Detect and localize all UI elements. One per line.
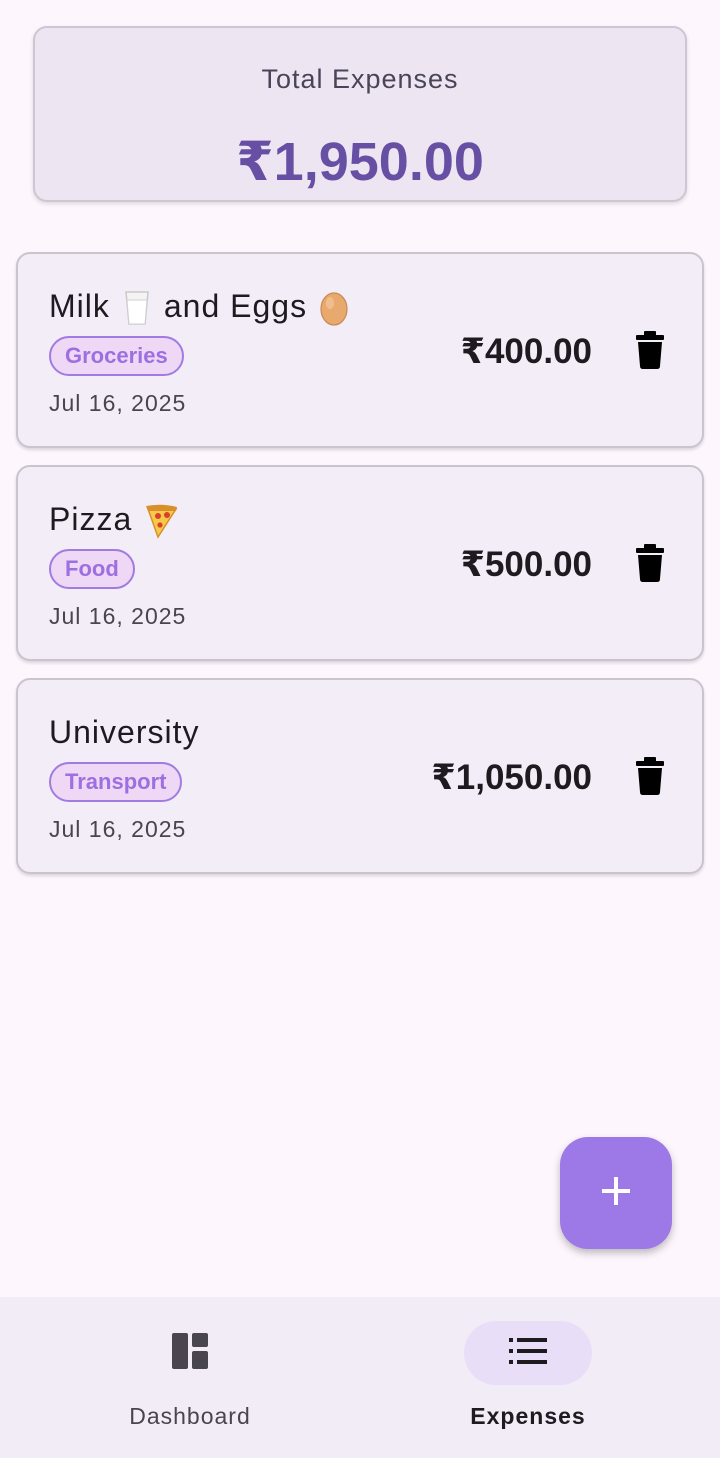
category-chip: Transport <box>49 762 183 802</box>
category-chip: Groceries <box>49 336 184 376</box>
total-expenses-card: Total Expenses ₹1,950.00 <box>33 26 687 202</box>
expense-title: Pizza <box>49 501 178 539</box>
nav-label-expenses: Expenses <box>470 1403 586 1429</box>
expenses-screen: Total Expenses ₹1,950.00 Milk and Eggs G… <box>0 0 720 1458</box>
category-chip: Food <box>49 549 135 589</box>
delete-button[interactable] <box>632 756 668 800</box>
delete-button[interactable] <box>632 330 668 374</box>
nav-item-expenses[interactable]: Expenses <box>348 1297 708 1458</box>
expense-amount: ₹500.00 <box>460 545 592 584</box>
expense-title-text: University <box>49 714 200 750</box>
total-expenses-amount: ₹1,950.00 <box>236 132 484 192</box>
plus-icon <box>600 1175 632 1212</box>
expense-title-text: Milk <box>49 288 110 324</box>
list-icon <box>509 1337 547 1369</box>
nav-label-dashboard: Dashboard <box>129 1403 251 1429</box>
expense-date: Jul 16, 2025 <box>49 390 187 416</box>
add-expense-button[interactable] <box>560 1137 672 1249</box>
dashboard-icon <box>172 1332 208 1374</box>
expense-amount: ₹400.00 <box>460 332 592 371</box>
nav-item-dashboard[interactable]: Dashboard <box>10 1297 370 1458</box>
expense-title-text: and Eggs <box>163 288 308 324</box>
expense-title-text: Pizza <box>49 501 133 537</box>
delete-button[interactable] <box>632 543 668 587</box>
trash-icon <box>636 330 664 374</box>
expense-date: Jul 16, 2025 <box>49 816 187 842</box>
pizza-emoji <box>144 503 178 539</box>
bottom-navigation: Dashboard Expenses <box>0 1297 720 1458</box>
milk-glass-emoji <box>122 290 152 325</box>
expense-title: Milk and Eggs <box>49 288 349 326</box>
trash-icon <box>636 543 664 587</box>
egg-emoji <box>319 290 349 326</box>
expense-card[interactable]: Pizza Food Jul 16, 2025 ₹500.00 <box>16 465 704 661</box>
expense-card[interactable]: Milk and Eggs Groceries Jul 16, 2025 ₹40… <box>16 252 704 448</box>
expense-card[interactable]: University Transport Jul 16, 2025 ₹1,050… <box>16 678 704 874</box>
total-expenses-label: Total Expenses <box>261 64 459 94</box>
nav-icon-container <box>126 1321 254 1385</box>
expense-amount: ₹1,050.00 <box>431 758 592 797</box>
nav-icon-container-active <box>464 1321 592 1385</box>
expense-date: Jul 16, 2025 <box>49 603 187 629</box>
expense-title: University <box>49 714 199 751</box>
trash-icon <box>636 756 664 800</box>
